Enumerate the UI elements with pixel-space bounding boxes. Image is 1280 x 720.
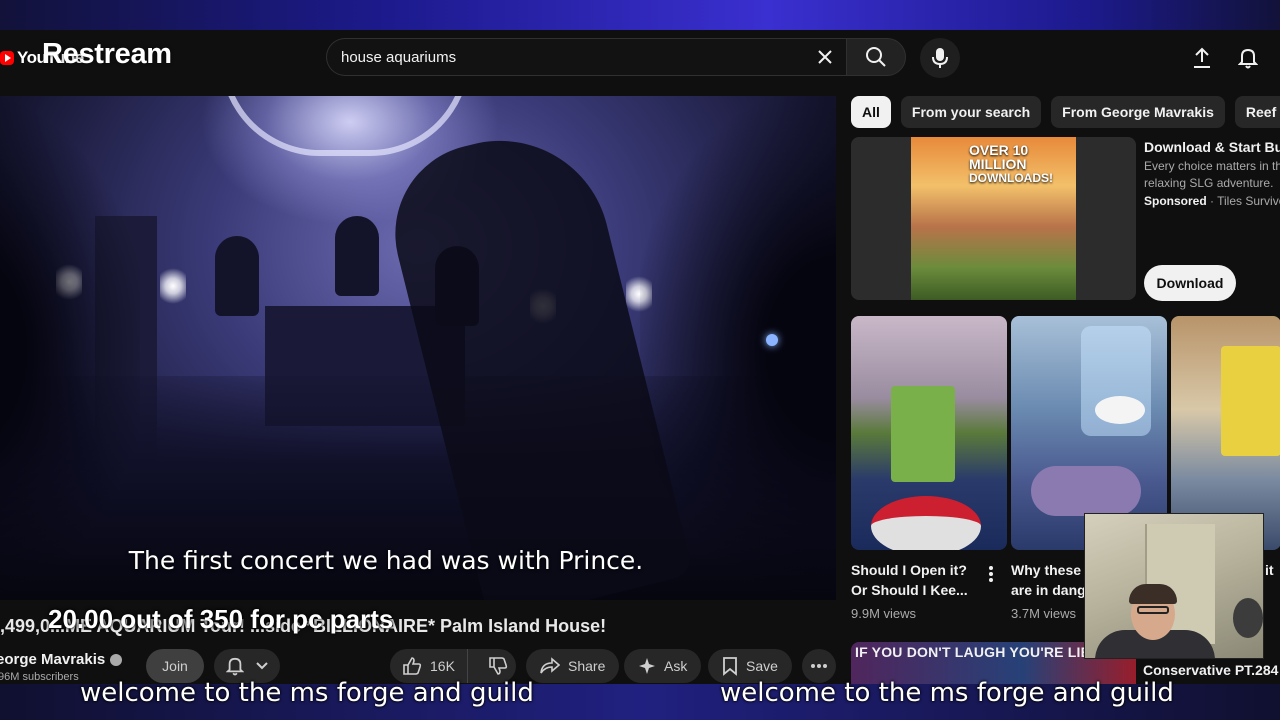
search-box <box>326 38 846 76</box>
card-pack <box>891 386 955 482</box>
more-horizontal-icon <box>811 664 827 668</box>
subscriber-count: 96M subscribers <box>0 671 79 683</box>
sparkle-icon <box>639 658 655 674</box>
ad-title: Download & Start Build <box>1144 139 1280 155</box>
ask-label: Ask <box>664 658 688 674</box>
webcam-fan <box>1233 598 1263 638</box>
chip-reef-aquarium[interactable]: Reef aqua <box>1234 96 1280 128</box>
welcome-overlay-left: welcome to the ms forge and guild <box>80 678 534 708</box>
welcome-overlay-right: welcome to the ms forge and guild <box>720 678 1174 708</box>
blue-light <box>766 334 778 346</box>
webcam-feed <box>1084 513 1264 659</box>
ask-button[interactable]: Ask <box>624 649 702 683</box>
ad-description: Every choice matters in thi relaxing SLG… <box>1144 159 1280 190</box>
short-more-button[interactable] <box>983 562 999 586</box>
video-player[interactable]: The first concert we had was with Prince… <box>0 96 836 600</box>
short-views: 9.9M views <box>851 606 917 621</box>
advertiser-name: · Tiles Survive! <box>1210 194 1280 208</box>
video-caption: The first concert we had was with Prince… <box>128 546 644 575</box>
like-count: 16K <box>430 658 455 674</box>
more-vertical-icon <box>989 566 993 582</box>
mic-icon <box>932 48 948 68</box>
close-icon <box>818 50 832 64</box>
sponsored-ad-card[interactable]: OVER 10 MILLION DOWNLOADS! Download & St… <box>851 137 1280 301</box>
webcam-person-hair <box>1129 584 1177 604</box>
short-card[interactable]: Should I Open it? Or Should I Kee... 9.9… <box>851 316 1007 621</box>
donation-goal-overlay: 20.00 out of 350 for pc parts <box>48 604 394 634</box>
ad-overlay-line2: DOWNLOADS! <box>969 171 1053 185</box>
vignette-left <box>0 96 140 600</box>
sponsored-label: Sponsored <box>1144 194 1207 208</box>
search-input[interactable] <box>341 48 801 66</box>
performer-silhouette <box>215 236 259 316</box>
upload-button[interactable] <box>1186 42 1218 74</box>
download-button[interactable]: Download <box>1144 265 1236 301</box>
channel-name[interactable]: eorge Mavrakis <box>0 651 123 668</box>
thumbs-up-icon <box>403 657 422 675</box>
notifications-button[interactable] <box>1232 42 1264 74</box>
chip-from-channel[interactable]: From George Mavrakis <box>1051 96 1225 128</box>
card-pack <box>1221 346 1280 456</box>
pokeball-mat <box>871 496 981 550</box>
ad-overlay-line1: OVER 10 MILLION <box>969 142 1029 172</box>
ad-thumbnail-text: OVER 10 MILLION DOWNLOADS! <box>969 143 1077 185</box>
bookmark-icon <box>723 657 737 676</box>
clear-search-button[interactable] <box>814 46 836 68</box>
thumbs-down-icon <box>489 657 508 675</box>
channel-name-text: eorge Mavrakis <box>0 651 106 668</box>
share-icon <box>540 657 560 674</box>
short-thumbnail[interactable] <box>851 316 1007 550</box>
chip-from-your-search[interactable]: From your search <box>900 96 1042 128</box>
search-icon <box>866 47 886 67</box>
chip-all[interactable]: All <box>851 96 891 128</box>
vignette-right <box>640 96 836 600</box>
stream-top-glow <box>0 0 1280 32</box>
save-label: Save <box>746 658 778 674</box>
fish <box>1095 396 1145 424</box>
next-video-title: Conservative PT.284 <box>1143 662 1279 678</box>
ad-thumbnail[interactable]: OVER 10 MILLION DOWNLOADS! <box>851 137 1136 300</box>
share-button[interactable]: Share <box>526 649 620 683</box>
coral-rock <box>1031 466 1141 516</box>
search-button[interactable] <box>846 38 906 76</box>
voice-search-button[interactable] <box>920 38 960 78</box>
share-label: Share <box>568 658 606 674</box>
restream-logo-overlay: Restream <box>42 38 172 70</box>
ad-meta: Sponsored · Tiles Survive! <box>1144 194 1280 208</box>
webcam-person-glasses <box>1137 606 1169 614</box>
bell-icon <box>226 657 244 676</box>
chevron-down-icon <box>256 662 268 670</box>
stage-lights <box>160 264 186 308</box>
bell-icon <box>1238 48 1258 69</box>
youtube-play-icon <box>0 51 14 65</box>
performer-silhouette <box>335 216 379 296</box>
masthead: YouTube Restream <box>0 30 1280 88</box>
related-filter-chips: All From your search From George Mavraki… <box>851 96 1280 128</box>
upload-icon <box>1194 47 1210 68</box>
verified-icon <box>110 654 123 667</box>
